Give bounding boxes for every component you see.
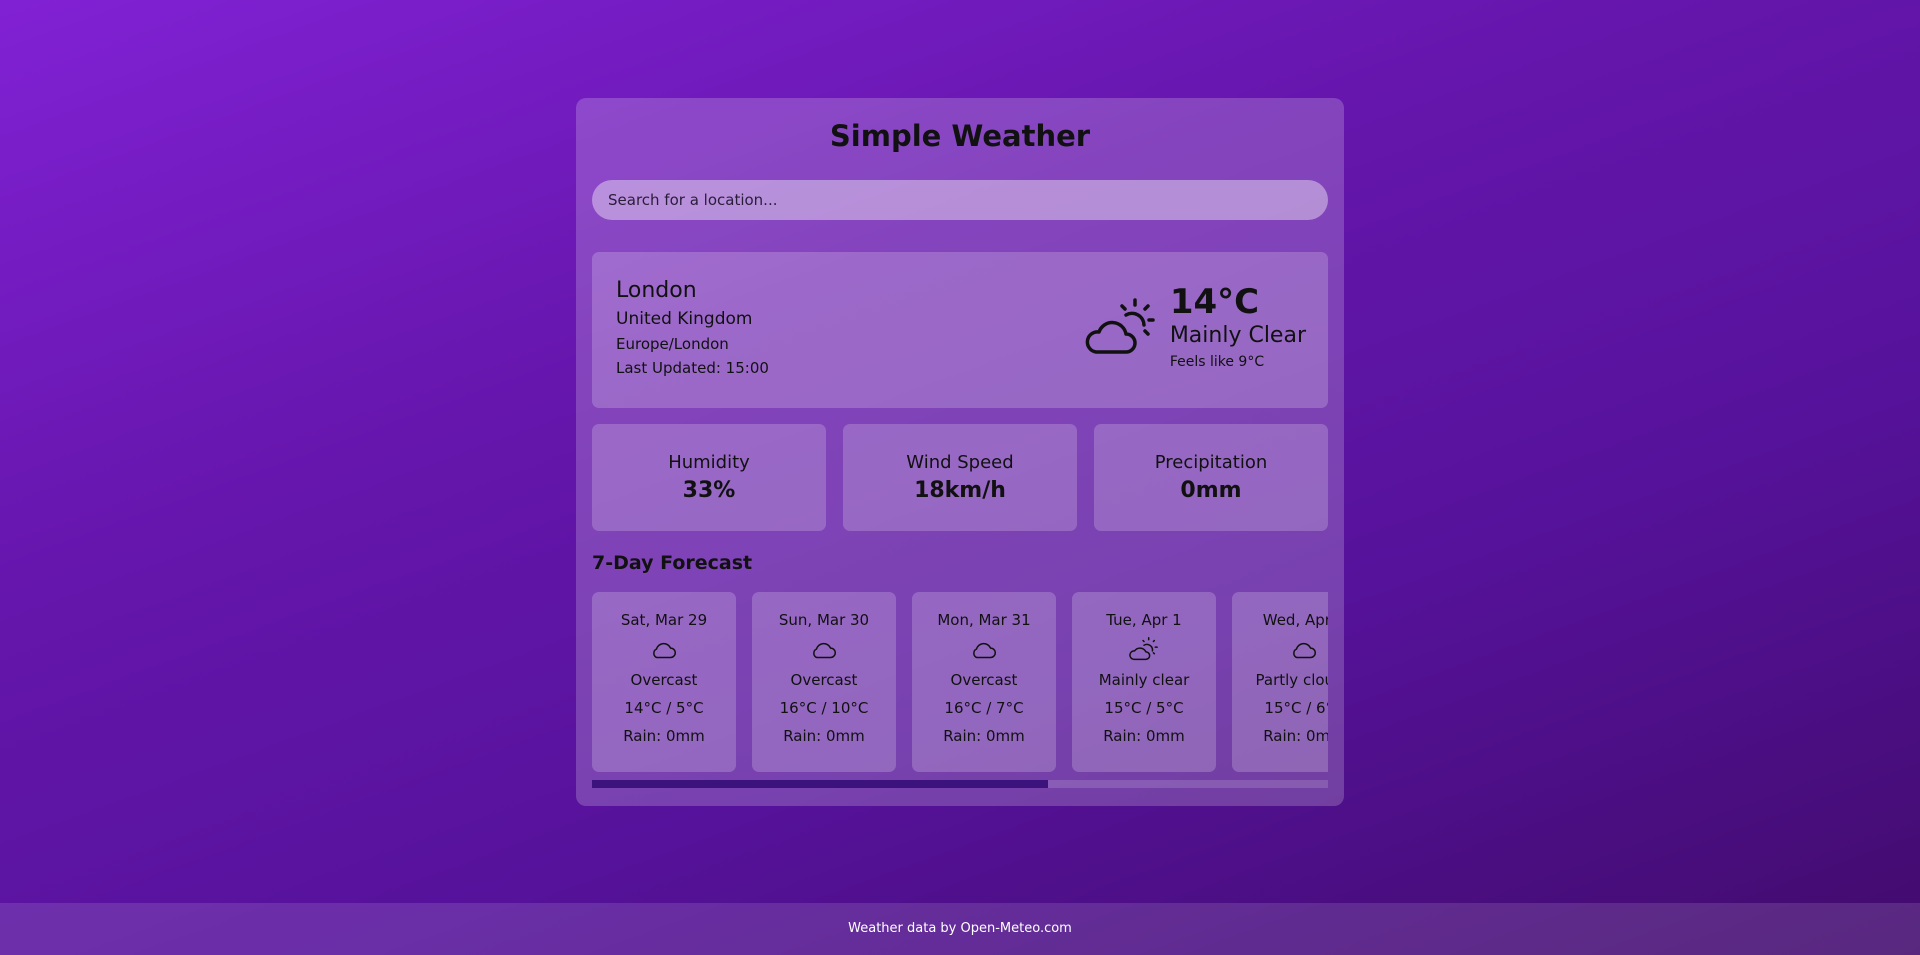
forecast-temperature-range: 14°C / 5°C — [624, 699, 704, 717]
forecast-rain: Rain: 0mm — [783, 727, 865, 745]
forecast-condition: Mainly clear — [1098, 671, 1190, 689]
precipitation-card: Precipitation 0mm — [1094, 424, 1328, 531]
current-temperature: 14°C — [1169, 282, 1260, 322]
forecast-condition: Overcast — [950, 671, 1018, 689]
forecast-day-card: Wed, Apr 2 Partly cloudy 15°C / 6°C Rain: 0… — [1232, 592, 1328, 772]
app-title: Simple Weather — [829, 119, 1091, 153]
forecast-rain: Rain: 0mm — [1263, 727, 1328, 745]
forecast-day-card: Tue, Apr 1 Mainly clear 15°C / 5°C Rain: 0m… — [1072, 592, 1216, 772]
forecast-temperature-range: 16°C / 10°C — [779, 699, 869, 717]
forecast-temperature-range: 16°C / 7°C — [944, 699, 1024, 717]
forecast-condition: Partly cloudy — [1255, 671, 1328, 689]
stat-value: 33% — [682, 478, 736, 503]
stat-label: Wind Speed — [906, 452, 1014, 473]
forecast-date: Tue, Apr 1 — [1106, 611, 1182, 629]
scrollbar-thumb[interactable] — [592, 780, 1049, 788]
cloud-icon — [653, 642, 676, 659]
footer: Weather data by Open-Meteo.com — [0, 903, 1920, 955]
current-weather-card: London United Kingdom Europe/London Last… — [592, 252, 1328, 408]
forecast-rain: Rain: 0mm — [943, 727, 1025, 745]
wind-speed-card: Wind Speed 18km/h — [843, 424, 1077, 531]
forecast-date: Wed, Apr 2 — [1262, 611, 1328, 629]
search-input[interactable] — [592, 180, 1328, 220]
attribution-text: Weather data by Open-Meteo.com — [848, 921, 1072, 936]
forecast-scroller[interactable]: Sat, Mar 29 Overcast 14°C / 5°C Rain: 0mm Su… — [592, 592, 1328, 772]
stat-value: 0mm — [1180, 478, 1242, 503]
forecast-date: Mon, Mar 31 — [937, 611, 1031, 629]
weather-stats: Humidity 33% Wind Speed 18km/h Precipita… — [592, 424, 1328, 531]
forecast-date: Sun, Mar 30 — [778, 611, 870, 629]
stat-value: 18km/h — [914, 478, 1006, 503]
humidity-card: Humidity 33% — [592, 424, 826, 531]
stat-label: Humidity — [668, 452, 750, 473]
forecast-rain: Rain: 0mm — [1103, 727, 1185, 745]
forecast-date: Sat, Mar 29 — [620, 611, 708, 629]
current-conditions: 14°C Mainly Clear Feels like 9°C — [1082, 282, 1306, 372]
cloud-icon — [1293, 642, 1316, 659]
forecast-scrollbar[interactable] — [592, 780, 1328, 788]
forecast-day-card: Sun, Mar 30 Overcast 16°C / 10°C Rain: 0mm — [752, 592, 896, 772]
cloud-icon — [813, 642, 836, 659]
forecast-temperature-range: 15°C / 6°C — [1264, 699, 1328, 717]
feels-like-label: Feels like 9°C — [1169, 354, 1265, 370]
partly-cloudy-day-icon — [1085, 298, 1155, 354]
stat-label: Precipitation — [1154, 452, 1268, 473]
forecast-condition: Overcast — [630, 671, 698, 689]
forecast-day-card: Sat, Mar 29 Overcast 14°C / 5°C Rain: 0mm — [592, 592, 736, 772]
forecast-temperature-range: 15°C / 5°C — [1104, 699, 1184, 717]
partly-cloudy-day-icon — [1129, 637, 1158, 661]
weather-app-card: Simple Weather London United Kingdom Eur… — [576, 98, 1344, 806]
forecast-day-card: Mon, Mar 31 Overcast 16°C / 7°C Rain: 0mm — [912, 592, 1056, 772]
forecast-rain: Rain: 0mm — [623, 727, 705, 745]
forecast-title: 7-Day Forecast — [592, 552, 753, 574]
current-condition: Mainly Clear — [1169, 323, 1306, 348]
forecast-condition: Overcast — [790, 671, 858, 689]
cloud-icon — [973, 642, 996, 659]
